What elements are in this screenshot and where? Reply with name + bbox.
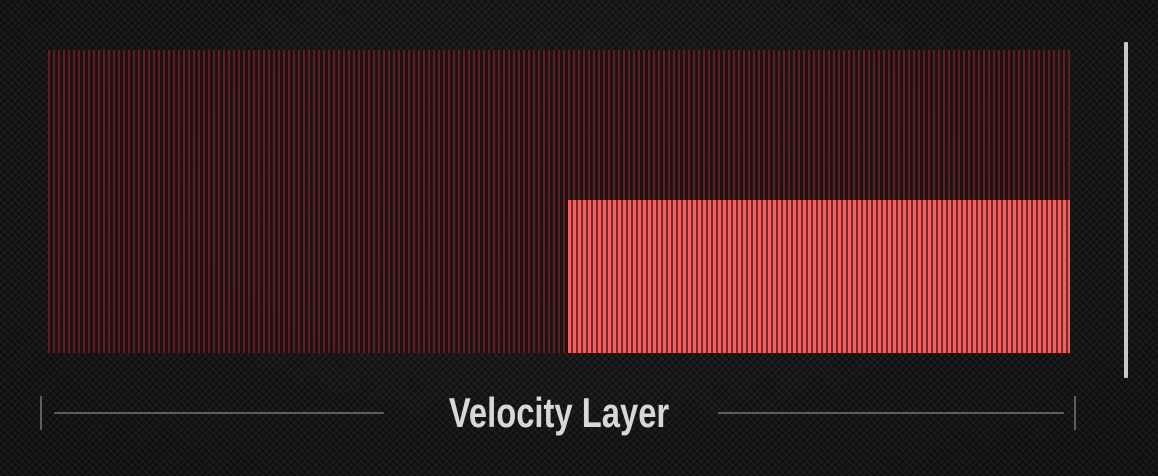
bracket-right-line [718,412,1064,414]
velocity-layer-caption: Velocity Layer [40,390,1078,436]
bracket-left-cap [40,396,42,430]
velocity-layer-area[interactable] [48,50,1070,353]
bracket-right-cap [1074,396,1076,430]
velocity-layer-panel: Velocity Layer [0,0,1158,476]
vertical-scrollbar[interactable] [1124,42,1128,378]
velocity-layer-active-segment[interactable] [568,200,1070,353]
